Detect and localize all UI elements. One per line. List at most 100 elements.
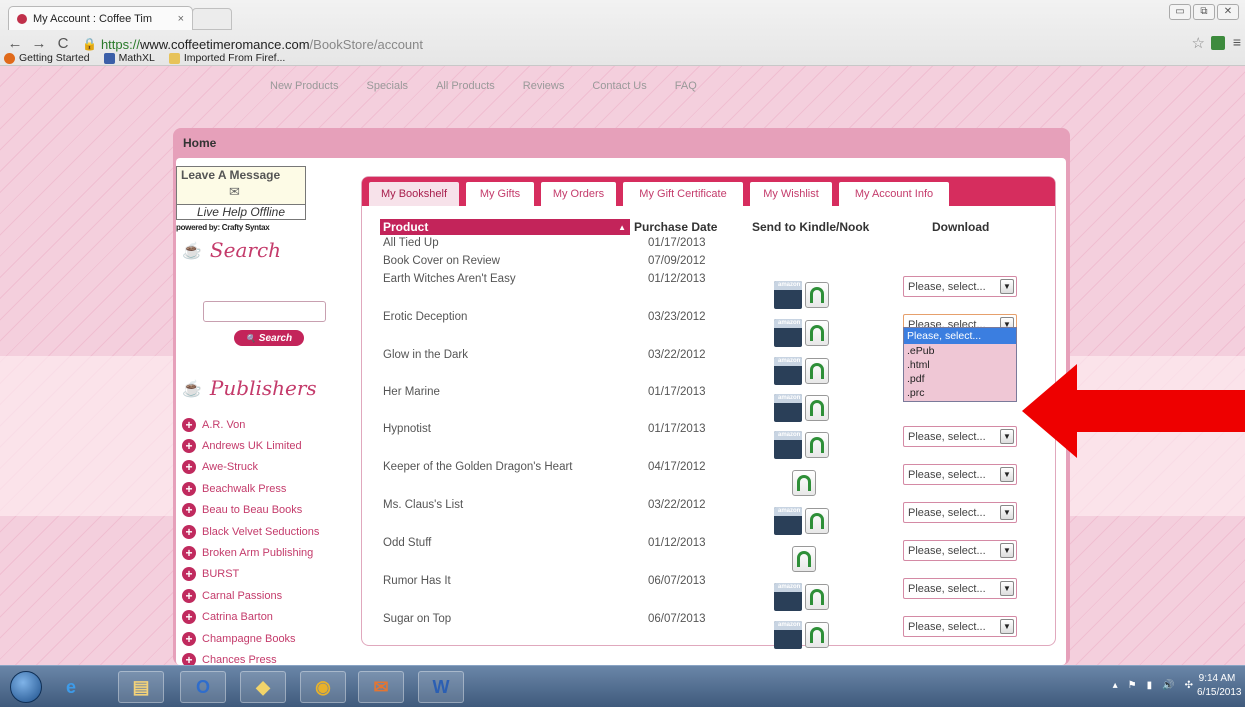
kindle-icon[interactable]: amazon bbox=[774, 621, 802, 649]
publisher-item[interactable]: + Beau to Beau Books bbox=[182, 500, 352, 521]
publisher-item[interactable]: + Andrews UK Limited bbox=[182, 435, 352, 456]
download-format-dropdown[interactable]: Please, select... .ePub .html .pdf .prc bbox=[903, 327, 1017, 402]
book-title[interactable]: Her Marine bbox=[383, 386, 440, 398]
notes-icon[interactable]: ◆ bbox=[240, 671, 286, 703]
nav-faq[interactable]: FAQ bbox=[675, 80, 697, 94]
nook-icon[interactable] bbox=[805, 508, 829, 534]
mail-icon[interactable]: ✉ bbox=[358, 671, 404, 703]
dropdown-option-placeholder[interactable]: Please, select... bbox=[904, 328, 1016, 344]
forward-button[interactable]: → bbox=[30, 35, 48, 52]
tab-my-bookshelf[interactable]: My Bookshelf bbox=[368, 181, 460, 206]
kindle-icon[interactable]: amazon bbox=[774, 357, 802, 385]
nook-icon[interactable] bbox=[805, 320, 829, 346]
breadcrumb[interactable]: Home bbox=[183, 136, 216, 150]
book-title[interactable]: Hypnotist bbox=[383, 423, 431, 435]
tab-my-orders[interactable]: My Orders bbox=[540, 181, 617, 206]
chevron-down-icon[interactable]: ▼ bbox=[1000, 543, 1014, 558]
chevron-down-icon[interactable]: ▼ bbox=[1000, 581, 1014, 596]
book-title[interactable]: Sugar on Top bbox=[383, 613, 451, 625]
bookmark-getting-started[interactable]: Getting Started bbox=[4, 52, 90, 64]
nook-icon[interactable] bbox=[792, 470, 816, 496]
close-window-icon[interactable]: ✕ bbox=[1217, 4, 1239, 20]
outlook-icon[interactable]: O bbox=[180, 671, 226, 703]
browser-tab[interactable]: My Account : Coffee Tim × bbox=[8, 6, 193, 30]
nav-specials[interactable]: Specials bbox=[366, 80, 408, 94]
nav-new-products[interactable]: New Products bbox=[270, 80, 338, 94]
publisher-item[interactable]: + Champagne Books bbox=[182, 628, 352, 649]
book-title[interactable]: Rumor Has It bbox=[383, 575, 451, 587]
download-select[interactable]: Please, select... ▼ bbox=[903, 540, 1017, 561]
browser-menu-icon[interactable]: ≡ bbox=[1233, 34, 1241, 50]
kindle-icon[interactable]: amazon bbox=[774, 583, 802, 611]
action-center-icon[interactable]: ⚑ bbox=[1128, 680, 1137, 691]
maximize-icon[interactable]: ⧉ bbox=[1193, 4, 1215, 20]
nav-contact-us[interactable]: Contact Us bbox=[592, 80, 646, 94]
search-button[interactable]: 🔍 Search bbox=[234, 330, 304, 346]
bookmark-imported[interactable]: Imported From Firef... bbox=[168, 52, 285, 64]
chrome-icon[interactable]: ◉ bbox=[300, 671, 346, 703]
nav-all-products[interactable]: All Products bbox=[436, 80, 495, 94]
kindle-icon[interactable]: amazon bbox=[774, 394, 802, 422]
extension-icon[interactable] bbox=[1211, 36, 1225, 50]
download-select[interactable]: Please, select... ▼ bbox=[903, 616, 1017, 637]
kindle-icon[interactable]: amazon bbox=[774, 281, 802, 309]
tab-my-gifts[interactable]: My Gifts bbox=[465, 181, 535, 206]
chevron-down-icon[interactable]: ▼ bbox=[1000, 505, 1014, 520]
nook-icon[interactable] bbox=[805, 358, 829, 384]
internet-explorer-icon[interactable]: e bbox=[48, 671, 94, 703]
download-select[interactable]: Please, select... ▼ bbox=[903, 464, 1017, 485]
tab-close-icon[interactable]: × bbox=[178, 13, 184, 25]
tab-my-wishlist[interactable]: My Wishlist bbox=[749, 181, 833, 206]
book-title[interactable]: Book Cover on Review bbox=[383, 255, 500, 267]
network-icon[interactable]: ▮ bbox=[1147, 680, 1153, 691]
file-explorer-icon[interactable]: ▤ bbox=[118, 671, 164, 703]
tab-my-account-info[interactable]: My Account Info bbox=[838, 181, 950, 206]
back-button[interactable]: ← bbox=[6, 35, 24, 52]
dropdown-option-epub[interactable]: .ePub bbox=[904, 344, 1016, 358]
dropdown-option-html[interactable]: .html bbox=[904, 358, 1016, 372]
search-input[interactable] bbox=[203, 301, 326, 322]
publisher-item[interactable]: + Catrina Barton bbox=[182, 607, 352, 628]
chevron-down-icon[interactable]: ▼ bbox=[1000, 279, 1014, 294]
chevron-down-icon[interactable]: ▼ bbox=[1000, 429, 1014, 444]
tray-expand-icon[interactable]: ▴ bbox=[1113, 680, 1118, 691]
nook-icon[interactable] bbox=[805, 395, 829, 421]
tray-app-icon[interactable]: ✣ bbox=[1185, 680, 1193, 691]
tab-my-gift-certificate[interactable]: My Gift Certificate bbox=[622, 181, 744, 206]
book-title[interactable]: All Tied Up bbox=[383, 237, 439, 249]
download-select[interactable]: Please, select... ▼ bbox=[903, 502, 1017, 523]
download-select[interactable]: Please, select... ▼ bbox=[903, 426, 1017, 447]
book-title[interactable]: Erotic Deception bbox=[383, 311, 467, 323]
book-title[interactable]: Keeper of the Golden Dragon's Heart bbox=[383, 461, 573, 473]
column-header-product[interactable]: Product ▲ bbox=[380, 219, 630, 235]
publisher-item[interactable]: + Beachwalk Press bbox=[182, 478, 352, 499]
volume-icon[interactable]: 🔊 bbox=[1162, 680, 1174, 691]
system-clock[interactable]: 9:14 AM 6/15/2013 bbox=[1197, 672, 1242, 700]
nook-icon[interactable] bbox=[792, 546, 816, 572]
publisher-item[interactable]: + Carnal Passions bbox=[182, 585, 352, 606]
nook-icon[interactable] bbox=[805, 584, 829, 610]
nav-reviews[interactable]: Reviews bbox=[523, 80, 565, 94]
download-select[interactable]: Please, select... ▼ bbox=[903, 578, 1017, 599]
book-title[interactable]: Earth Witches Aren't Easy bbox=[383, 273, 516, 285]
publisher-item[interactable]: + BURST bbox=[182, 564, 352, 585]
publisher-item[interactable]: + Awe-Struck bbox=[182, 457, 352, 478]
chevron-down-icon[interactable]: ▼ bbox=[1000, 619, 1014, 634]
book-title[interactable]: Ms. Claus's List bbox=[383, 499, 463, 511]
publisher-item[interactable]: + Broken Arm Publishing bbox=[182, 542, 352, 563]
publisher-item[interactable]: + A.R. Von bbox=[182, 414, 352, 435]
leave-message-widget[interactable]: Leave A Message ✉ Live Help Offline bbox=[176, 166, 306, 220]
nook-icon[interactable] bbox=[805, 282, 829, 308]
nook-icon[interactable] bbox=[805, 432, 829, 458]
powered-by[interactable]: powered by: Crafty Syntax bbox=[176, 223, 270, 232]
download-select[interactable]: Please, select... ▼ bbox=[903, 276, 1017, 297]
dropdown-option-pdf[interactable]: .pdf bbox=[904, 372, 1016, 386]
book-title[interactable]: Glow in the Dark bbox=[383, 349, 468, 361]
kindle-icon[interactable]: amazon bbox=[774, 507, 802, 535]
kindle-icon[interactable]: amazon bbox=[774, 431, 802, 459]
word-icon[interactable]: W bbox=[418, 671, 464, 703]
chevron-down-icon[interactable]: ▼ bbox=[1000, 467, 1014, 482]
book-title[interactable]: Odd Stuff bbox=[383, 537, 431, 549]
minimize-icon[interactable]: ▭ bbox=[1169, 4, 1191, 20]
new-tab-button[interactable] bbox=[192, 8, 232, 30]
